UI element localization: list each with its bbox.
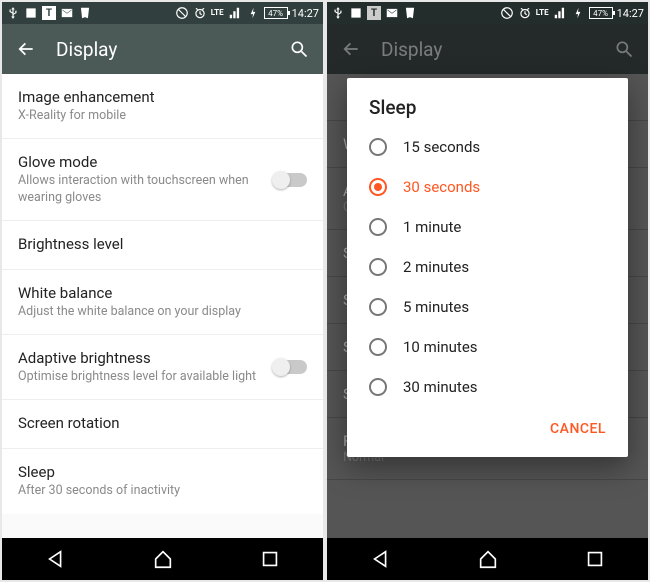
option-30-seconds[interactable]: 30 seconds [347, 167, 628, 207]
row-subtitle: After 30 seconds of inactivity [18, 483, 307, 499]
row-adaptive-brightness[interactable]: Adaptive brightness Optimise brightness … [2, 335, 323, 400]
row-white-balance[interactable]: White balance Adjust the white balance o… [2, 270, 323, 335]
radio-icon [369, 298, 387, 316]
nav-recent-icon[interactable] [259, 548, 281, 570]
row-subtitle: Adjust the white balance on your display [18, 304, 307, 320]
nav-back-icon[interactable] [45, 548, 67, 570]
text-icon: T [42, 6, 56, 20]
appbar-title: Display [56, 38, 269, 61]
right-phone: T LTE 47% 14:27 Display W AO S S S S [327, 2, 648, 580]
option-1-minute[interactable]: 1 minute [347, 207, 628, 247]
row-glove-mode[interactable]: Glove mode Allows interaction with touch… [2, 139, 323, 221]
option-10-minutes[interactable]: 10 minutes [347, 327, 628, 367]
option-2-minutes[interactable]: 2 minutes [347, 247, 628, 287]
back-icon [341, 39, 361, 59]
row-title: Glove mode [18, 153, 261, 171]
row-subtitle: Optimise brightness level for available … [18, 369, 261, 385]
option-label: 1 minute [403, 218, 461, 236]
row-screen-rotation[interactable]: Screen rotation [2, 400, 323, 449]
option-label: 5 minutes [403, 298, 469, 316]
option-label: 15 seconds [403, 138, 480, 156]
option-label: 30 minutes [403, 378, 478, 396]
clock-time: 14:27 [292, 7, 319, 20]
radio-icon [369, 218, 387, 236]
dialog-title: Sleep [347, 96, 628, 127]
mail-icon [60, 6, 74, 20]
app-icon [403, 6, 417, 20]
cancel-button[interactable]: CANCEL [542, 415, 614, 443]
status-bar: T LTE 47% 14:27 [2, 2, 323, 24]
mail-icon [385, 6, 399, 20]
sleep-dialog: Sleep 15 seconds 30 seconds 1 minute 2 m… [347, 78, 628, 457]
alarm-icon [193, 6, 207, 20]
signal-icon [553, 6, 567, 20]
nav-bar [327, 538, 648, 580]
lte-label: LTE [536, 9, 549, 17]
nav-bar [2, 538, 323, 580]
image-icon [24, 6, 38, 20]
nav-home-icon[interactable] [152, 548, 174, 570]
search-icon[interactable] [289, 39, 309, 59]
row-image-enhancement[interactable]: Image enhancement X-Reality for mobile [2, 74, 323, 139]
nav-home-icon[interactable] [477, 548, 499, 570]
battery-indicator: 47% [264, 7, 288, 19]
row-title: Sleep [18, 463, 307, 481]
option-label: 30 seconds [403, 178, 480, 196]
left-phone: T LTE 47% 14:27 Display Image enhancemen… [2, 2, 323, 580]
option-15-seconds[interactable]: 15 seconds [347, 127, 628, 167]
radio-icon [369, 378, 387, 396]
row-subtitle: X-Reality for mobile [18, 108, 307, 124]
lte-label: LTE [211, 9, 224, 17]
row-title: Image enhancement [18, 88, 307, 106]
option-label: 10 minutes [403, 338, 478, 356]
row-sleep[interactable]: Sleep After 30 seconds of inactivity [2, 449, 323, 513]
charging-icon [571, 6, 585, 20]
app-icon [78, 6, 92, 20]
adaptive-brightness-switch[interactable] [273, 360, 307, 374]
no-disturb-icon [175, 6, 189, 20]
radio-icon [369, 178, 387, 196]
app-bar: Display [327, 24, 648, 74]
signal-icon [228, 6, 242, 20]
alarm-icon [518, 6, 532, 20]
usb-icon [331, 6, 345, 20]
app-bar: Display [2, 24, 323, 74]
back-icon[interactable] [16, 39, 36, 59]
radio-icon [369, 138, 387, 156]
glove-mode-switch[interactable] [273, 173, 307, 187]
status-bar: T LTE 47% 14:27 [327, 2, 648, 24]
row-title: Adaptive brightness [18, 349, 261, 367]
option-30-minutes[interactable]: 30 minutes [347, 367, 628, 407]
usb-icon [6, 6, 20, 20]
row-brightness-level[interactable]: Brightness level [2, 221, 323, 270]
option-label: 2 minutes [403, 258, 469, 276]
nav-back-icon[interactable] [370, 548, 392, 570]
nav-recent-icon[interactable] [584, 548, 606, 570]
image-icon [349, 6, 363, 20]
appbar-title: Display [381, 38, 594, 61]
option-5-minutes[interactable]: 5 minutes [347, 287, 628, 327]
row-subtitle: Allows interaction with touchscreen when… [18, 173, 261, 206]
row-title: Screen rotation [18, 414, 307, 432]
charging-icon [246, 6, 260, 20]
settings-list: Image enhancement X-Reality for mobile G… [2, 74, 323, 538]
radio-icon [369, 338, 387, 356]
search-icon [614, 39, 634, 59]
row-title: Brightness level [18, 235, 307, 253]
battery-indicator: 47% [589, 7, 613, 19]
row-title: White balance [18, 284, 307, 302]
text-icon: T [367, 6, 381, 20]
radio-icon [369, 258, 387, 276]
clock-time: 14:27 [617, 7, 644, 20]
no-disturb-icon [500, 6, 514, 20]
